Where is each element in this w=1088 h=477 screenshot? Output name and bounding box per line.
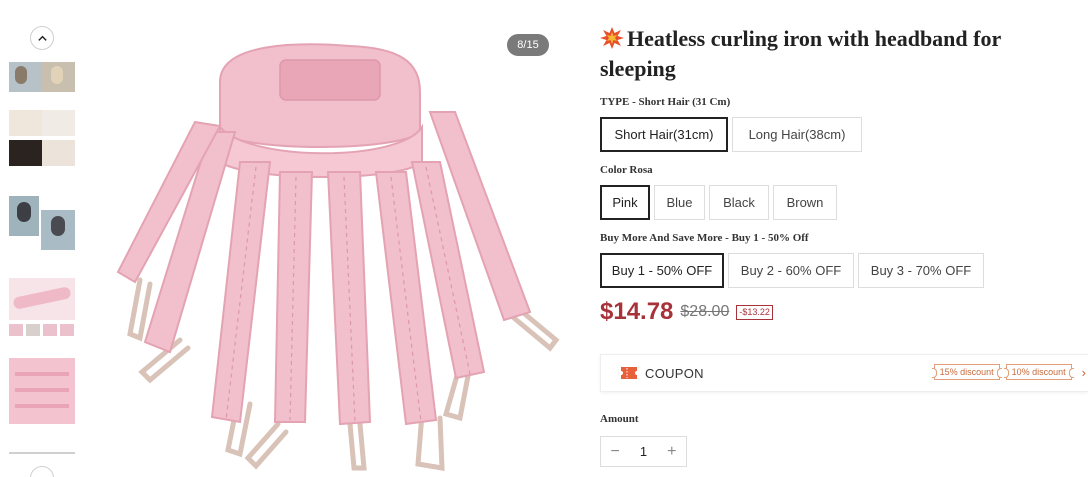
chevron-right-icon[interactable]: › xyxy=(1082,365,1086,380)
thumbnail-2[interactable] xyxy=(9,110,75,174)
thumbnail-1[interactable] xyxy=(9,62,75,92)
quantity-decrease-button[interactable]: − xyxy=(601,437,629,466)
product-title-text: Heatless curling iron with headband for … xyxy=(600,26,1001,81)
quantity-stepper: − 1 + xyxy=(600,436,687,467)
thumbnail-5-active[interactable] xyxy=(9,358,75,424)
thumbnails-scroll-up-button[interactable] xyxy=(30,26,54,50)
coupon-ticket-10[interactable]: 10% discount xyxy=(1003,364,1074,380)
product-title: Heatless curling iron with headband for … xyxy=(600,24,1060,84)
color-options: Pink Blue Black Brown xyxy=(600,185,837,220)
bundle-option-buy-3[interactable]: Buy 3 - 70% OFF xyxy=(858,253,984,288)
color-option-brown[interactable]: Brown xyxy=(773,185,837,220)
type-option-long-hair[interactable]: Long Hair(38cm) xyxy=(732,117,862,152)
thumbnails-scroll-down-button[interactable] xyxy=(30,466,54,477)
color-option-label: Color Rosa xyxy=(600,164,653,176)
thumbnail-4[interactable] xyxy=(9,278,75,338)
bundle-option-buy-2[interactable]: Buy 2 - 60% OFF xyxy=(728,253,854,288)
color-option-blue[interactable]: Blue xyxy=(654,185,705,220)
thumbnail-strip xyxy=(0,0,90,477)
coupon-ticket-15[interactable]: 15% discount xyxy=(931,364,1002,380)
coupon-ticket-icon xyxy=(621,367,637,379)
compare-at-price: $28.00 xyxy=(680,303,730,320)
quantity-label: Amount xyxy=(600,413,639,425)
thumbnail-6[interactable] xyxy=(9,446,75,456)
color-option-black[interactable]: Black xyxy=(709,185,769,220)
type-option-short-hair[interactable]: Short Hair(31cm) xyxy=(600,117,728,152)
collision-burst-icon xyxy=(600,27,624,49)
quantity-input[interactable]: 1 xyxy=(629,444,657,459)
heatless-curler-illustration xyxy=(116,43,560,471)
bundle-option-label: Buy More And Save More - Buy 1 - 50% Off xyxy=(600,232,809,244)
quantity-increase-button[interactable]: + xyxy=(658,437,686,466)
thumbnail-3[interactable] xyxy=(9,192,75,256)
coupon-label: COUPON xyxy=(645,365,704,381)
chevron-up-icon xyxy=(37,35,47,41)
type-option-label: TYPE - Short Hair (31 Cm) xyxy=(600,96,731,108)
coupon-bar[interactable]: COUPON 15% discount 10% discount › xyxy=(600,354,1088,392)
bundle-options: Buy 1 - 50% OFF Buy 2 - 60% OFF Buy 3 - … xyxy=(600,253,984,288)
bundle-option-buy-1[interactable]: Buy 1 - 50% OFF xyxy=(600,253,724,288)
main-product-image[interactable] xyxy=(100,22,560,477)
sale-price: $14.78 xyxy=(600,298,674,325)
color-option-pink[interactable]: Pink xyxy=(600,185,650,220)
type-options: Short Hair(31cm) Long Hair(38cm) xyxy=(600,117,862,152)
coupon-tickets: 15% discount 10% discount › xyxy=(931,364,1088,380)
price-row: $14.78 $28.00 -$13.22 xyxy=(600,298,773,326)
savings-badge: -$13.22 xyxy=(736,304,773,320)
image-counter-badge: 8/15 xyxy=(507,34,549,56)
